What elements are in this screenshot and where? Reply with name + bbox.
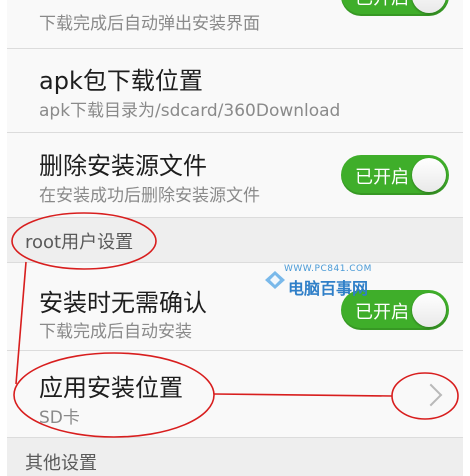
delete-source-title: 删除安装源文件	[39, 152, 207, 180]
apk-location-title: apk包下载位置	[39, 67, 203, 95]
delete-source-row[interactable]: 删除安装源文件 在安装成功后删除安装源文件 已开启	[7, 133, 463, 218]
apk-location-row[interactable]: apk包下载位置 apk下载目录为/sdcard/360Download	[7, 49, 463, 133]
auto-popup-row[interactable]: 下载完成后自动弹出安装界面 已开启	[7, 0, 463, 49]
other-section-header: 其他设置	[7, 438, 463, 476]
install-location-title: 应用安装位置	[39, 374, 183, 402]
auto-popup-toggle[interactable]: 已开启	[341, 0, 449, 16]
delete-source-subtitle: 在安装成功后删除安装源文件	[39, 186, 260, 206]
no-confirm-row[interactable]: 安装时无需确认 下载完成后自动安装 已开启	[7, 263, 463, 351]
install-location-row[interactable]: 应用安装位置 SD卡	[7, 351, 463, 438]
no-confirm-title: 安装时无需确认	[39, 289, 207, 317]
no-confirm-toggle-label: 已开启	[355, 302, 409, 323]
chevron-right-icon[interactable]	[419, 383, 443, 407]
other-section-title: 其他设置	[25, 453, 97, 474]
watermark-site: WWW.PC841.COM	[284, 264, 372, 274]
root-section-title: root用户设置	[25, 232, 134, 253]
install-location-subtitle: SD卡	[39, 408, 80, 428]
apk-location-subtitle: apk下载目录为/sdcard/360Download	[39, 101, 341, 121]
settings-list: 下载完成后自动弹出安装界面 已开启 apk包下载位置 apk下载目录为/sdca…	[7, 0, 463, 476]
toggle-knob	[412, 0, 446, 13]
auto-popup-toggle-label: 已开启	[355, 0, 409, 10]
toggle-knob	[412, 293, 446, 327]
no-confirm-subtitle: 下载完成后自动安装	[39, 322, 192, 342]
root-section-header: root用户设置	[7, 218, 463, 263]
watermark-name: 电脑百事网	[288, 279, 369, 298]
delete-source-toggle[interactable]: 已开启	[341, 155, 449, 195]
delete-source-toggle-label: 已开启	[355, 167, 409, 188]
toggle-knob	[412, 158, 446, 192]
auto-popup-subtitle: 下载完成后自动弹出安装界面	[39, 14, 260, 34]
watermark: WWW.PC841.COM 电脑百事网	[262, 264, 382, 298]
